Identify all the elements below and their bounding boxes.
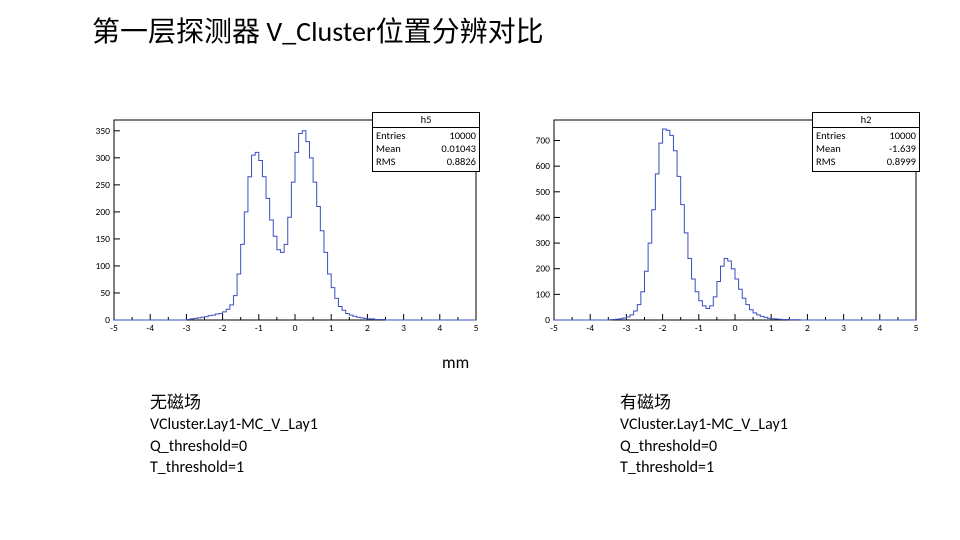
svg-text:300: 300 — [536, 237, 551, 249]
svg-text:0: 0 — [545, 314, 550, 326]
svg-text:-2: -2 — [219, 322, 227, 334]
caption-head: 无磁场 — [150, 392, 318, 414]
statbox-title: h5 — [373, 113, 479, 128]
stat-rms-label: RMS — [376, 155, 396, 168]
svg-text:0: 0 — [733, 322, 738, 334]
stat-entries-label: Entries — [376, 129, 405, 142]
svg-text:-5: -5 — [550, 322, 558, 334]
page-title: 第一层探测器 V_Cluster位置分辨对比 — [92, 10, 544, 50]
svg-text:-1: -1 — [695, 322, 703, 334]
stat-entries: 10000 — [889, 129, 916, 142]
svg-text:300: 300 — [96, 152, 111, 164]
svg-text:2: 2 — [805, 322, 810, 334]
svg-text:4: 4 — [437, 322, 442, 334]
svg-text:4: 4 — [877, 322, 882, 334]
svg-text:100: 100 — [96, 260, 111, 272]
svg-text:-3: -3 — [623, 322, 631, 334]
svg-text:250: 250 — [96, 179, 111, 191]
stat-rms-label: RMS — [816, 155, 836, 168]
svg-text:2: 2 — [365, 322, 370, 334]
caption-line: T_threshold=1 — [150, 457, 318, 478]
svg-text:3: 3 — [401, 322, 406, 334]
caption-line: Q_threshold=0 — [620, 436, 788, 457]
statbox-left: h5 Entries 10000 Mean 0.01043 RMS 0.8826 — [372, 112, 480, 172]
caption-left: 无磁场 VCluster.Lay1-MC_V_Lay1 Q_threshold=… — [150, 392, 318, 478]
histogram-right: h2 Entries10000 Mean-1.639 RMS0.8999 -5-… — [520, 114, 920, 336]
stat-entries: 10000 — [449, 129, 476, 142]
svg-text:-5: -5 — [110, 322, 118, 334]
caption-head: 有磁场 — [620, 392, 788, 414]
stat-rms: 0.8999 — [887, 155, 916, 168]
stat-entries-label: Entries — [816, 129, 845, 142]
svg-text:700: 700 — [536, 135, 551, 147]
svg-text:-2: -2 — [659, 322, 667, 334]
xaxis-unit: mm — [442, 352, 469, 373]
stat-rms: 0.8826 — [447, 155, 476, 168]
svg-text:0: 0 — [293, 322, 298, 334]
svg-text:1: 1 — [769, 322, 774, 334]
caption-line: T_threshold=1 — [620, 457, 788, 478]
svg-text:3: 3 — [841, 322, 846, 334]
svg-text:-1: -1 — [255, 322, 263, 334]
caption-line: VCluster.Lay1-MC_V_Lay1 — [620, 414, 788, 435]
svg-text:-4: -4 — [586, 322, 594, 334]
svg-text:600: 600 — [536, 160, 551, 172]
svg-text:150: 150 — [96, 233, 111, 245]
svg-text:0: 0 — [105, 314, 110, 326]
stat-mean-label: Mean — [816, 142, 841, 155]
svg-text:500: 500 — [536, 186, 551, 198]
stat-mean: -1.639 — [889, 142, 916, 155]
svg-text:350: 350 — [96, 125, 111, 137]
statbox-title: h2 — [813, 113, 919, 128]
svg-text:200: 200 — [536, 263, 551, 275]
svg-text:-4: -4 — [146, 322, 154, 334]
statbox-right: h2 Entries 10000 Mean -1.639 RMS 0.8999 — [812, 112, 920, 172]
svg-text:5: 5 — [914, 322, 919, 334]
caption-line: Q_threshold=0 — [150, 436, 318, 457]
svg-text:50: 50 — [100, 287, 110, 299]
stat-mean-label: Mean — [376, 142, 401, 155]
svg-text:200: 200 — [96, 206, 111, 218]
caption-line: VCluster.Lay1-MC_V_Lay1 — [150, 414, 318, 435]
svg-text:100: 100 — [536, 288, 551, 300]
svg-text:-3: -3 — [183, 322, 191, 334]
stat-mean: 0.01043 — [441, 142, 476, 155]
svg-text:5: 5 — [474, 322, 479, 334]
histogram-left: h5 Entries10000 Mean0.01043 RMS0.8826 -5… — [80, 114, 480, 336]
caption-right: 有磁场 VCluster.Lay1-MC_V_Lay1 Q_threshold=… — [620, 392, 788, 478]
svg-text:1: 1 — [329, 322, 334, 334]
svg-text:400: 400 — [536, 211, 551, 223]
